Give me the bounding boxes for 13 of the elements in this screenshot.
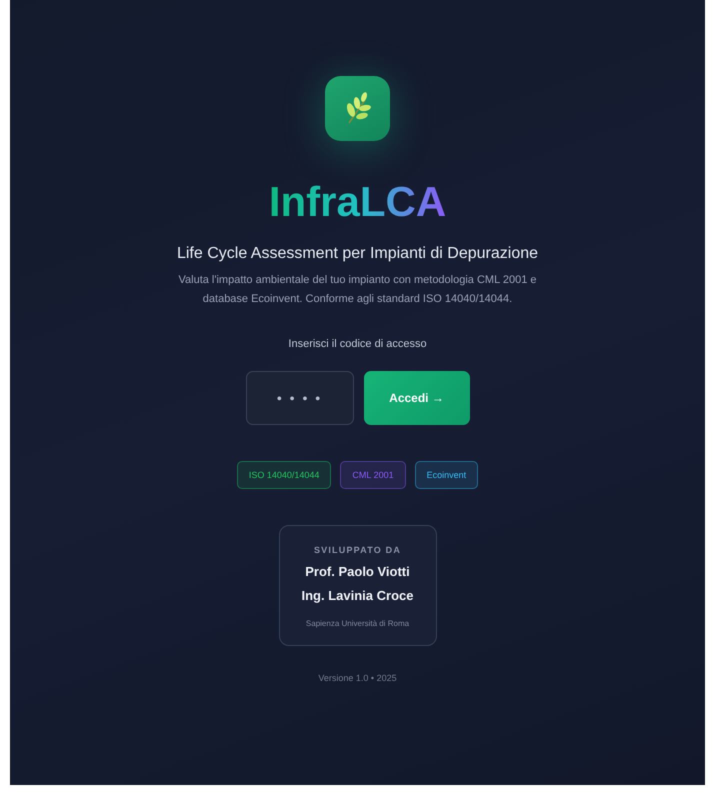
credits-heading: SVILUPPATO DA (314, 544, 402, 555)
app-subtitle: Life Cycle Assessment per Impianti di Depurazione (176, 245, 538, 264)
author-name: Prof. Paolo Viotti (305, 564, 410, 579)
author-name: Ing. Lavinia Croce (302, 588, 414, 603)
standard-tag: ISO 14040/14044 (236, 460, 332, 489)
login-button[interactable]: Accedi → (364, 370, 470, 425)
access-code-field[interactable]: • • • • (246, 370, 354, 425)
version-text: Versione 1.0 • 2025 (318, 672, 397, 683)
app-description: Valuta l'impatto ambientale del tuo impianto con metodologia CML 2001 e database Ecoinvent. Conforme agli standard ISO 14040/14044. (178, 273, 538, 308)
standard-tag: Ecoinvent (414, 460, 478, 489)
affiliation: Sapienza Università di Roma (306, 618, 410, 628)
standard-tag: CML 2001 (340, 460, 406, 489)
access-code-label: Inserisci il codice di accesso (288, 338, 427, 350)
